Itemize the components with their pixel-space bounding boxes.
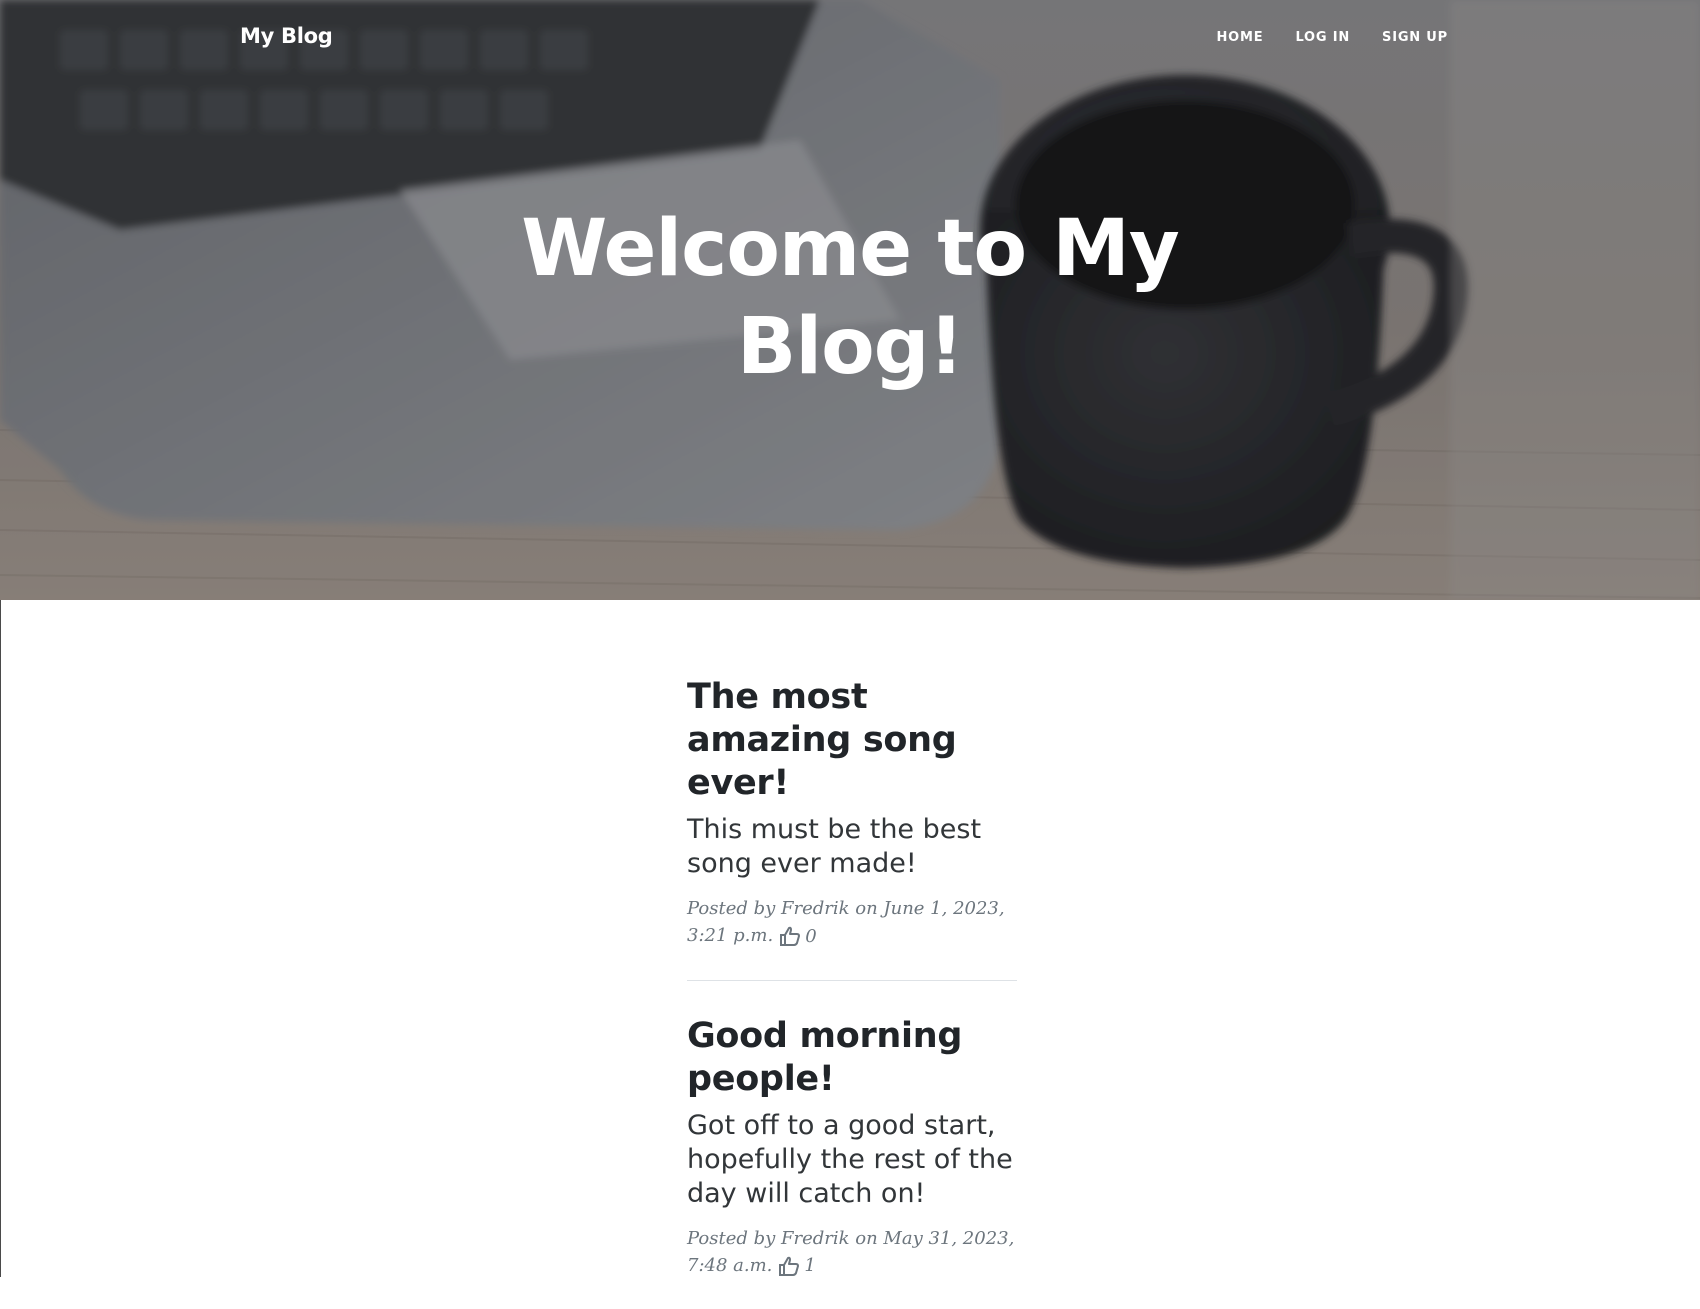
post-subtitle[interactable]: This must be the best song ever made! <box>687 813 1017 881</box>
post-title-link[interactable]: The most amazing song ever! <box>687 676 1017 805</box>
post-title-link[interactable]: Good morning people! <box>687 1015 1017 1101</box>
nav-link-home[interactable]: HOME <box>1216 30 1263 45</box>
post-subtitle[interactable]: Got off to a good start, hopefully the r… <box>687 1109 1017 1211</box>
like-button[interactable]: 0 <box>779 923 816 950</box>
thumbs-up-icon <box>778 1256 800 1276</box>
post-meta-text: Posted by Fredrik on June 1, 2023, 3:21 … <box>687 898 1005 946</box>
like-count: 0 <box>805 923 816 950</box>
like-button[interactable]: 1 <box>778 1252 815 1279</box>
like-count: 1 <box>804 1252 815 1279</box>
post-meta-text: Posted by Fredrik on May 31, 2023, 7:48 … <box>687 1228 1014 1276</box>
post-meta: Posted by Fredrik on June 1, 2023, 3:21 … <box>687 895 1017 950</box>
nav-link-sign-up[interactable]: SIGN UP <box>1382 30 1448 45</box>
nav-links: HOME LOG IN SIGN UP <box>1216 30 1448 45</box>
post-divider <box>687 980 1017 981</box>
post-preview: Good morning people! Got off to a good s… <box>687 1015 1017 1309</box>
post-list: The most amazing song ever! This must be… <box>687 676 1017 1309</box>
post-meta: Posted by Fredrik on May 31, 2023, 7:48 … <box>687 1225 1017 1280</box>
thumbs-up-icon <box>779 926 801 946</box>
navbar: My Blog HOME LOG IN SIGN UP <box>0 0 1700 78</box>
nav-link-log-in[interactable]: LOG IN <box>1295 30 1350 45</box>
hero-title: Welcome to My Blog! <box>500 200 1200 396</box>
post-preview: The most amazing song ever! This must be… <box>687 676 1017 980</box>
hero-header: My Blog HOME LOG IN SIGN UP Welcome to M… <box>0 0 1700 600</box>
brand-link[interactable]: My Blog <box>240 24 332 48</box>
